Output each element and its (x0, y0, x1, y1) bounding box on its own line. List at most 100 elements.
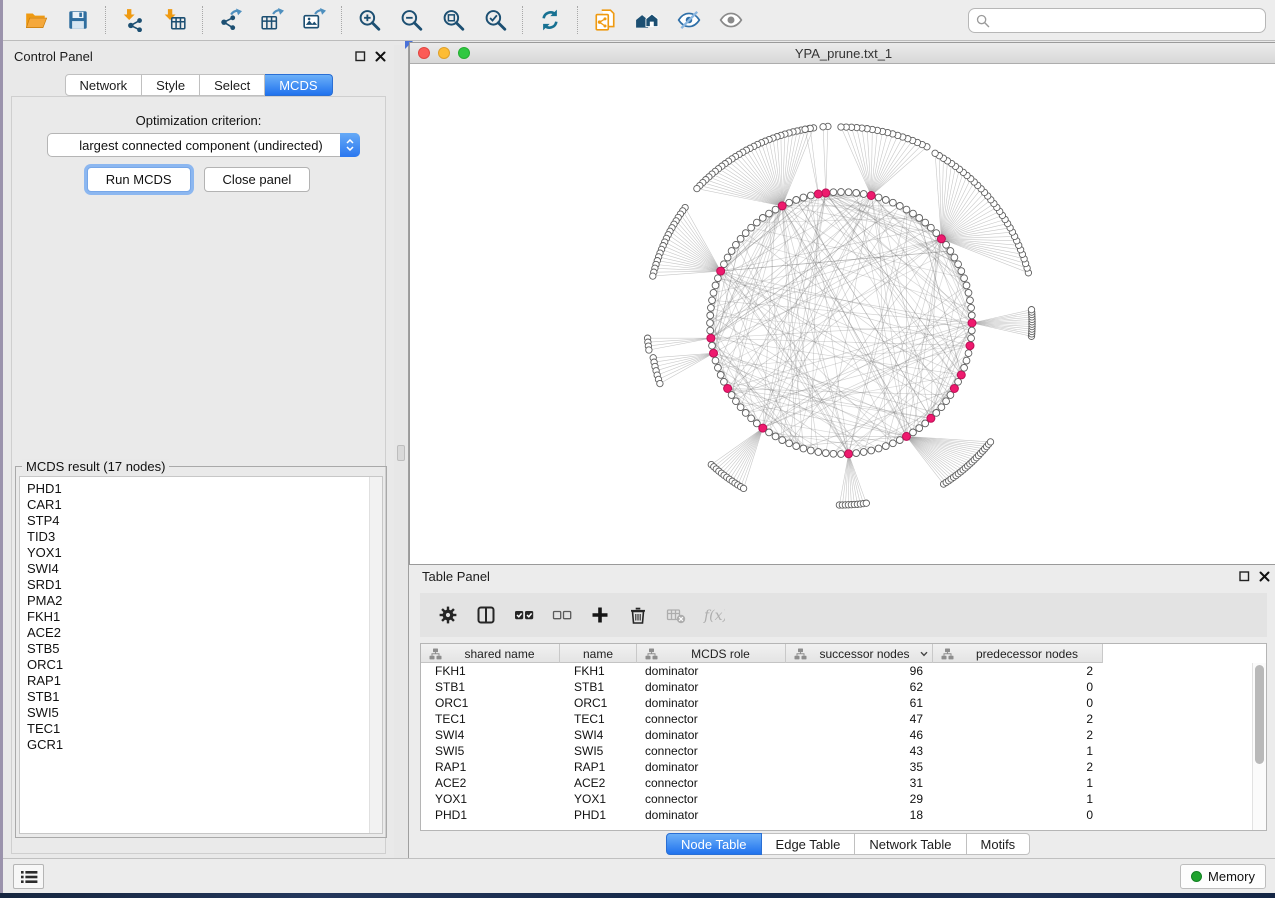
save-session-button[interactable] (57, 3, 99, 37)
minimize-window-button[interactable] (438, 47, 450, 59)
mcds-node-item[interactable]: SRD1 (20, 577, 382, 593)
import-network-button[interactable] (112, 3, 154, 37)
delete-table-button[interactable] (660, 598, 691, 632)
column-header-name[interactable]: name (560, 644, 637, 663)
add-row-button[interactable] (584, 598, 615, 632)
export-table-button[interactable] (251, 3, 293, 37)
import-network-icon (121, 8, 145, 32)
first-neighbors-button[interactable] (626, 3, 668, 37)
clone-network-button[interactable] (584, 3, 626, 37)
table-row[interactable]: TEC1TEC1connector472 (421, 711, 1252, 727)
table-row[interactable]: SWI5SWI5connector431 (421, 743, 1252, 759)
column-header-shared-name[interactable]: shared name (421, 644, 560, 663)
mcds-node-item[interactable]: SWI4 (20, 561, 382, 577)
delete-row-button[interactable] (622, 598, 653, 632)
cell-predecessor-nodes: 0 (933, 696, 1103, 710)
close-panel-icon[interactable] (375, 51, 386, 62)
splitter-grip[interactable] (397, 445, 405, 461)
mcds-list-scrollbar[interactable] (369, 477, 382, 833)
export-image-button[interactable] (293, 3, 335, 37)
mcds-node-item[interactable]: PHD1 (20, 481, 382, 497)
apply-function-button[interactable]: f(x) (698, 598, 729, 632)
mcds-node-item[interactable]: TID3 (20, 529, 382, 545)
refresh-view-icon (538, 8, 562, 32)
cell-MCDS-role: dominator (637, 664, 786, 678)
export-network-button[interactable] (209, 3, 251, 37)
zoom-fit-button[interactable] (432, 3, 474, 37)
task-history-button[interactable] (13, 864, 44, 889)
cell-shared-name: PHD1 (421, 808, 560, 822)
table-body: FKH1FKH1dominator962STB1STB1dominator620… (421, 663, 1252, 830)
table-settings-button[interactable] (432, 598, 463, 632)
cell-MCDS-role: connector (637, 712, 786, 726)
show-all-button[interactable] (710, 3, 752, 37)
network-canvas[interactable] (410, 64, 1275, 564)
mcds-node-item[interactable]: STP4 (20, 513, 382, 529)
table-row[interactable]: PHD1PHD1dominator180 (421, 807, 1252, 823)
mcds-node-item[interactable]: YOX1 (20, 545, 382, 561)
tab-edge-table[interactable]: Edge Table (762, 833, 856, 855)
table-row[interactable]: ACE2ACE2connector311 (421, 775, 1252, 791)
close-panel-button[interactable]: Close panel (204, 167, 311, 192)
close-table-panel-icon[interactable] (1259, 571, 1270, 582)
table-row[interactable]: YOX1YOX1connector291 (421, 791, 1252, 807)
float-panel-icon[interactable] (355, 51, 366, 62)
mcds-node-item[interactable]: SWI5 (20, 705, 382, 721)
mcds-node-item[interactable]: STB1 (20, 689, 382, 705)
table-row[interactable]: SWI4SWI4dominator462 (421, 727, 1252, 743)
float-table-panel-icon[interactable] (1239, 571, 1250, 582)
column-header-MCDS-role[interactable]: MCDS role (637, 644, 786, 663)
tab-network[interactable]: Network (64, 74, 142, 96)
tab-motifs[interactable]: Motifs (967, 833, 1031, 855)
deselect-all-rows-icon (551, 604, 573, 626)
select-all-rows-button[interactable] (508, 598, 539, 632)
table-row[interactable]: ORC1ORC1dominator610 (421, 695, 1252, 711)
mcds-node-item[interactable]: GCR1 (20, 737, 382, 753)
zoom-out-button[interactable] (390, 3, 432, 37)
open-session-button[interactable] (15, 3, 57, 37)
column-network-icon (429, 648, 442, 660)
mcds-result-list[interactable]: PHD1CAR1STP4TID3YOX1SWI4SRD1PMA2FKH1ACE2… (19, 476, 383, 834)
tab-style[interactable]: Style (142, 74, 200, 96)
memory-button[interactable]: Memory (1180, 864, 1266, 889)
close-window-button[interactable] (418, 47, 430, 59)
mcds-node-item[interactable]: ORC1 (20, 657, 382, 673)
mcds-node-item[interactable]: STB5 (20, 641, 382, 657)
maximize-window-button[interactable] (458, 47, 470, 59)
cell-predecessor-nodes: 0 (933, 680, 1103, 694)
mcds-node-item[interactable]: CAR1 (20, 497, 382, 513)
zoom-selected-button[interactable] (474, 3, 516, 37)
zoom-in-button[interactable] (348, 3, 390, 37)
table-scrollbar[interactable] (1252, 663, 1266, 830)
refresh-view-button[interactable] (529, 3, 571, 37)
search-icon (976, 14, 990, 28)
table-row[interactable]: FKH1FKH1dominator962 (421, 663, 1252, 679)
column-header-predecessor-nodes[interactable]: predecessor nodes (933, 644, 1103, 663)
network-window-titlebar[interactable]: YPA_prune.txt_1 (410, 43, 1275, 64)
column-header-successor-nodes[interactable]: successor nodes (786, 644, 933, 663)
cell-name: SWI5 (560, 744, 637, 758)
criterion-select[interactable]: largest connected component (undirected) (47, 133, 360, 157)
tab-select[interactable]: Select (200, 74, 265, 96)
tab-network-table[interactable]: Network Table (855, 833, 966, 855)
cell-shared-name: RAP1 (421, 760, 560, 774)
tab-node-table[interactable]: Node Table (666, 833, 762, 855)
cell-successor-nodes: 35 (786, 760, 933, 774)
import-table-button[interactable] (154, 3, 196, 37)
hide-selected-button[interactable] (668, 3, 710, 37)
deselect-all-rows-button[interactable] (546, 598, 577, 632)
table-scrollbar-thumb[interactable] (1255, 665, 1264, 764)
run-mcds-button[interactable]: Run MCDS (87, 167, 191, 192)
panel-splitter[interactable] (394, 45, 409, 858)
show-columns-button[interactable] (470, 598, 501, 632)
mcds-node-item[interactable]: RAP1 (20, 673, 382, 689)
table-row[interactable]: RAP1RAP1dominator352 (421, 759, 1252, 775)
mcds-node-item[interactable]: TEC1 (20, 721, 382, 737)
search-input[interactable] (990, 9, 1265, 32)
table-row[interactable]: STB1STB1dominator620 (421, 679, 1252, 695)
mcds-node-item[interactable]: PMA2 (20, 593, 382, 609)
mcds-node-item[interactable]: FKH1 (20, 609, 382, 625)
mcds-node-item[interactable]: ACE2 (20, 625, 382, 641)
tab-mcds[interactable]: MCDS (265, 74, 332, 96)
search-box[interactable] (968, 8, 1266, 33)
